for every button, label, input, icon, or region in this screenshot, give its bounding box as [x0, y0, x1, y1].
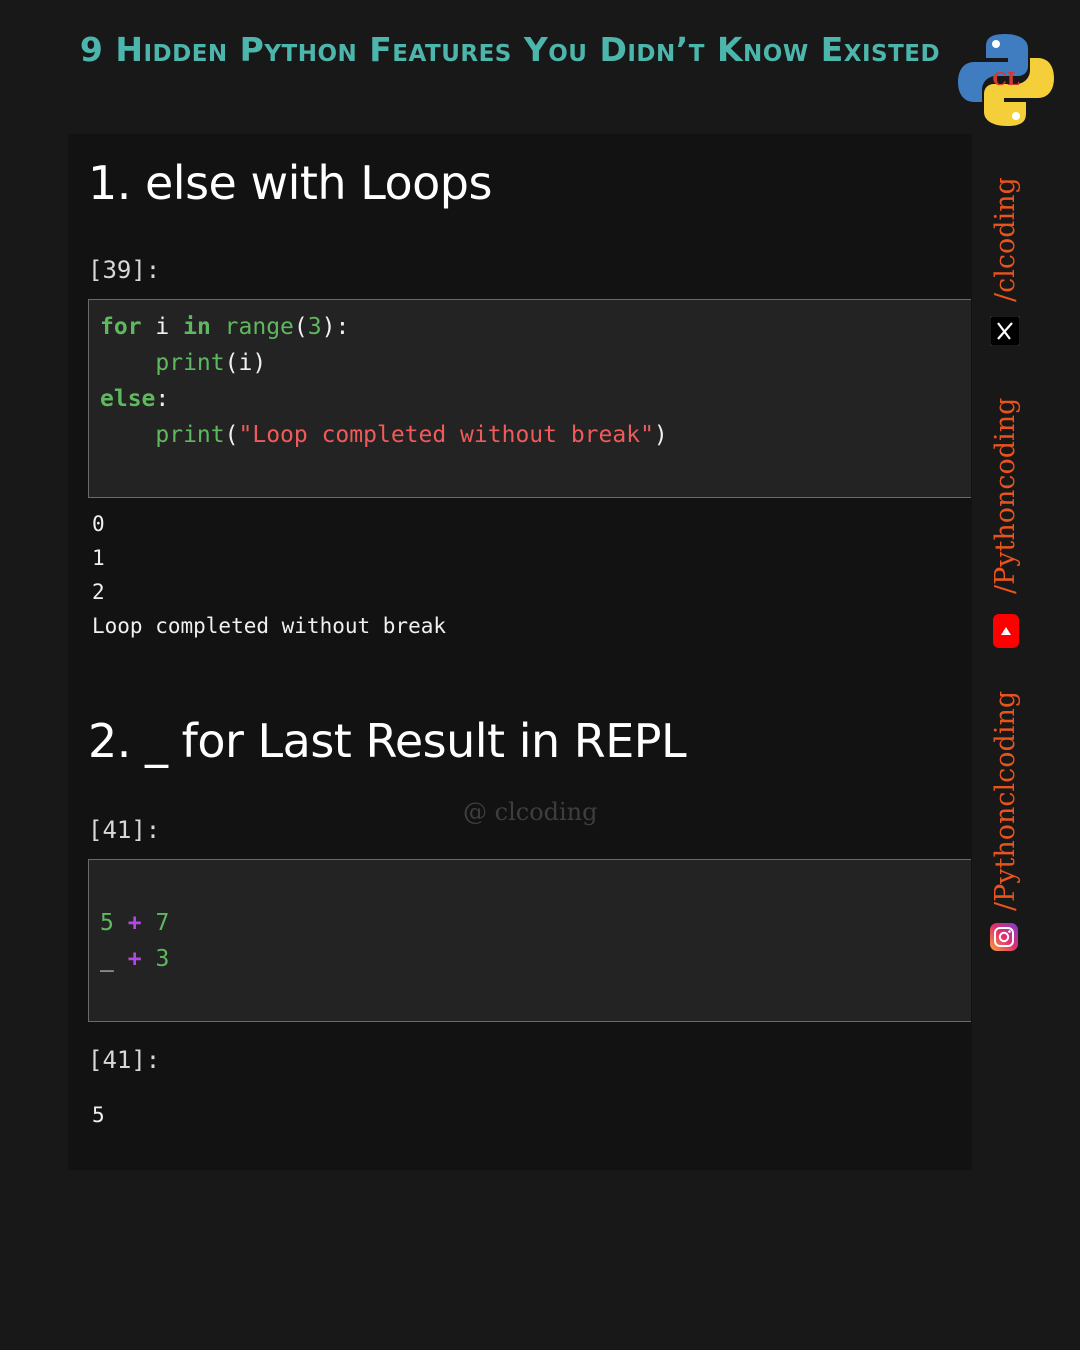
code-token: 5 [100, 910, 114, 936]
section-2-heading: 2. _ for Last Result in REPL [88, 714, 687, 768]
code-token: for [100, 314, 142, 340]
output-line: Loop completed without break [92, 614, 447, 638]
section-2-prompt: [41]: [88, 816, 161, 844]
youtube-handle[interactable]: /Pythoncoding [990, 398, 1021, 594]
output-line: 5 [92, 1103, 105, 1127]
output-line: 0 [92, 512, 105, 536]
code-token: ( [224, 422, 239, 448]
result-prompt: [41]: [88, 1046, 161, 1074]
code-cell-2[interactable]: 5 + 7 _ + 3 [88, 859, 971, 1022]
code-token: i [141, 314, 184, 340]
code-token: ) [653, 422, 668, 448]
code-token: + [127, 946, 142, 972]
code-token: print [155, 422, 225, 448]
watermark: @ clcoding [463, 798, 598, 826]
code-token: range [224, 314, 294, 340]
code-token: 3 [155, 946, 170, 972]
page-title: 9 Hidden Python Features You Didn’t Know… [79, 30, 941, 69]
code-token: print [155, 350, 225, 376]
output-block-1: 0 1 2 Loop completed without break [92, 507, 446, 643]
code-cell-1[interactable]: for i in range(3): print(i) else: print(… [88, 299, 971, 498]
section-1-heading: 1. else with Loops [88, 156, 492, 210]
code-block-2: 5 + 7 _ + 3 [100, 905, 169, 977]
code-token: in [183, 314, 211, 340]
social-sidebar: /clcoding /Pythoncoding /Pythonclcoding [972, 134, 1080, 1170]
python-logo-icon: CL [958, 34, 1054, 126]
code-block-1: for i in range(3): print(i) else: print(… [100, 309, 668, 453]
output-line: 1 [92, 546, 105, 570]
code-token: : [155, 386, 170, 412]
code-token: + [127, 910, 142, 936]
output-block-2: 5 [92, 1098, 105, 1132]
output-line: 2 [92, 580, 105, 604]
code-token: _ [100, 946, 114, 972]
x-icon[interactable] [990, 316, 1020, 346]
instagram-handle[interactable]: /Pythonclcoding [990, 691, 1021, 911]
youtube-icon[interactable] [993, 614, 1019, 648]
code-token: "Loop completed without break" [238, 422, 654, 448]
code-token: else [100, 386, 156, 412]
svg-text:CL: CL [993, 69, 1020, 90]
code-token: 3 [307, 314, 322, 340]
code-token: (i) [224, 350, 267, 376]
instagram-icon[interactable] [990, 923, 1018, 951]
code-token: ): [321, 314, 350, 340]
x-handle[interactable]: /clcoding [990, 177, 1021, 302]
code-token: 7 [155, 910, 170, 936]
notebook-panel: 1. else with Loops [39]: for i in range(… [68, 134, 972, 1170]
section-1-prompt: [39]: [88, 256, 161, 284]
code-token: ( [293, 314, 308, 340]
